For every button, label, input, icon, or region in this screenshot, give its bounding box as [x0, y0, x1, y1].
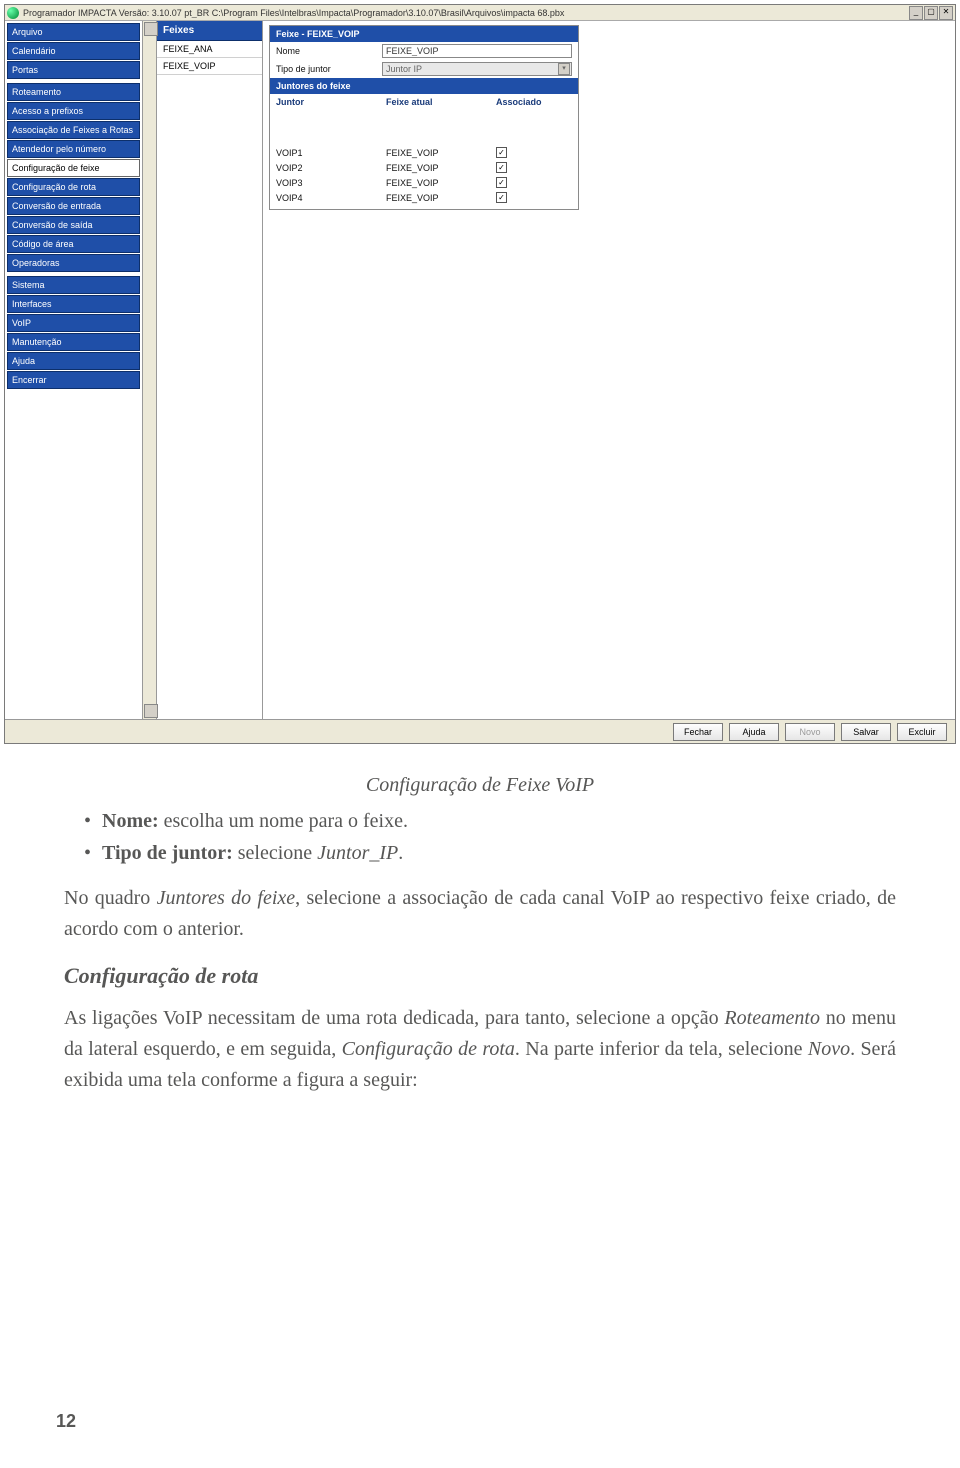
juntor-row: VOIP1FEIXE_VOIP✓: [270, 145, 578, 160]
nome-label: Nome: [276, 46, 376, 56]
nav-item-arquivo[interactable]: Arquivo: [7, 23, 140, 41]
app-icon: [7, 7, 19, 19]
nav-item-configura-o-de-rota[interactable]: Configuração de rota: [7, 178, 140, 196]
close-button[interactable]: ✕: [939, 6, 953, 20]
nome-input[interactable]: [382, 44, 572, 58]
maximize-button[interactable]: ▢: [924, 6, 938, 20]
col-associado: Associado: [496, 97, 572, 107]
juntor-row: VOIP4FEIXE_VOIP✓: [270, 190, 578, 205]
nav-item-roteamento[interactable]: Roteamento: [7, 83, 140, 101]
nav-item-acesso-a-prefixos[interactable]: Acesso a prefixos: [7, 102, 140, 120]
juntor-assoc-cell: ✓: [496, 192, 572, 203]
subheading-config-rota: Configuração de rota: [64, 963, 896, 989]
juntor-feixe: FEIXE_VOIP: [386, 193, 496, 203]
nav-item-associa-o-de-feixes-a-rotas[interactable]: Associação de Feixes a Rotas: [7, 121, 140, 139]
page-number: 12: [56, 1411, 76, 1432]
nav-item-sistema[interactable]: Sistema: [7, 276, 140, 294]
juntor-assoc-cell: ✓: [496, 147, 572, 158]
juntor-assoc-cell: ✓: [496, 177, 572, 188]
bullet-nome-label: Nome:: [102, 810, 159, 832]
fechar-button[interactable]: Fechar: [673, 723, 723, 741]
nav-item-convers-o-de-entrada[interactable]: Conversão de entrada: [7, 197, 140, 215]
nav-item-manuten-o[interactable]: Manutenção: [7, 333, 140, 351]
nav-item-interfaces[interactable]: Interfaces: [7, 295, 140, 313]
feixes-column: Feixes FEIXE_ANAFEIXE_VOIP: [157, 21, 263, 719]
juntor-feixe: FEIXE_VOIP: [386, 148, 496, 158]
salvar-button[interactable]: Salvar: [841, 723, 891, 741]
bullet-tipo-text-b: Juntor_IP: [317, 842, 398, 864]
nav-item-convers-o-de-sa-da[interactable]: Conversão de saída: [7, 216, 140, 234]
paragraph-1: No quadro Juntores do feixe, selecione a…: [64, 883, 896, 945]
feixe-panel-title: Feixe - FEIXE_VOIP: [270, 26, 578, 42]
left-scrollbar[interactable]: [143, 21, 157, 719]
assoc-checkbox[interactable]: ✓: [496, 147, 507, 158]
nav-item-c-digo-de-rea[interactable]: Código de área: [7, 235, 140, 253]
tipo-juntor-select[interactable]: Juntor IP ▾: [382, 62, 572, 76]
feixes-header: Feixes: [157, 21, 262, 41]
minimize-button[interactable]: _: [909, 6, 923, 20]
juntor-name: VOIP1: [276, 148, 386, 158]
paragraph-2: As ligações VoIP necessitam de uma rota …: [64, 1003, 896, 1096]
nav-item-atendedor-pelo-n-mero[interactable]: Atendedor pelo número: [7, 140, 140, 158]
right-panel: Feixe - FEIXE_VOIP Nome Tipo de juntor J…: [263, 21, 955, 719]
document-body: Configuração de Feixe VoIP Nome: escolha…: [4, 744, 956, 1144]
feixe-item-feixe_ana[interactable]: FEIXE_ANA: [157, 41, 262, 58]
excluir-button[interactable]: Excluir: [897, 723, 947, 741]
assoc-checkbox[interactable]: ✓: [496, 162, 507, 173]
nav-item-voip[interactable]: VoIP: [7, 314, 140, 332]
juntor-name: VOIP4: [276, 193, 386, 203]
tipo-juntor-label: Tipo de juntor: [276, 64, 376, 74]
juntores-table-header: Juntor Feixe atual Associado: [270, 94, 578, 113]
feixe-item-feixe_voip[interactable]: FEIXE_VOIP: [157, 58, 262, 75]
bullet-nome: Nome: escolha um nome para o feixe.: [84, 805, 896, 837]
juntor-row: VOIP2FEIXE_VOIP✓: [270, 160, 578, 175]
juntor-feixe: FEIXE_VOIP: [386, 163, 496, 173]
app-body: ArquivoCalendárioPortas RoteamentoAcesso …: [5, 21, 955, 719]
app-window: Programador IMPACTA Versão: 3.10.07 pt_B…: [4, 4, 956, 744]
juntor-name: VOIP2: [276, 163, 386, 173]
feixe-form-panel: Feixe - FEIXE_VOIP Nome Tipo de juntor J…: [269, 25, 579, 210]
nav-item-configura-o-de-feixe[interactable]: Configuração de feixe: [7, 159, 140, 177]
window-controls: _ ▢ ✕: [908, 6, 953, 20]
chevron-down-icon: ▾: [558, 63, 570, 75]
assoc-checkbox[interactable]: ✓: [496, 177, 507, 188]
novo-button[interactable]: Novo: [785, 723, 835, 741]
juntor-assoc-cell: ✓: [496, 162, 572, 173]
tipo-juntor-value: Juntor IP: [386, 64, 422, 74]
bullet-tipo-text-a: selecione: [233, 842, 317, 864]
title-bar: Programador IMPACTA Versão: 3.10.07 pt_B…: [5, 5, 955, 21]
bullet-nome-text: escolha um nome para o feixe.: [159, 810, 408, 832]
left-nav: ArquivoCalendárioPortas RoteamentoAcesso …: [5, 21, 143, 719]
nav-item-encerrar[interactable]: Encerrar: [7, 371, 140, 389]
feixes-list: FEIXE_ANAFEIXE_VOIP: [157, 41, 262, 719]
bullet-tipo-label: Tipo de juntor:: [102, 842, 233, 864]
nav-item-ajuda[interactable]: Ajuda: [7, 352, 140, 370]
ajuda-button[interactable]: Ajuda: [729, 723, 779, 741]
bullet-list: Nome: escolha um nome para o feixe. Tipo…: [84, 805, 896, 869]
assoc-checkbox[interactable]: ✓: [496, 192, 507, 203]
col-juntor: Juntor: [276, 97, 386, 107]
juntor-name: VOIP3: [276, 178, 386, 188]
nav-item-operadoras[interactable]: Operadoras: [7, 254, 140, 272]
juntor-feixe: FEIXE_VOIP: [386, 178, 496, 188]
juntor-row: VOIP3FEIXE_VOIP✓: [270, 175, 578, 190]
bullet-tipo: Tipo de juntor: selecione Juntor_IP.: [84, 837, 896, 869]
nav-item-portas[interactable]: Portas: [7, 61, 140, 79]
window-title: Programador IMPACTA Versão: 3.10.07 pt_B…: [23, 8, 908, 18]
juntores-subheader: Juntores do feixe: [270, 78, 578, 94]
figure-caption: Configuração de Feixe VoIP: [64, 774, 896, 797]
button-bar: Fechar Ajuda Novo Salvar Excluir: [5, 719, 955, 743]
nav-item-calend-rio[interactable]: Calendário: [7, 42, 140, 60]
col-feixe-atual: Feixe atual: [386, 97, 496, 107]
